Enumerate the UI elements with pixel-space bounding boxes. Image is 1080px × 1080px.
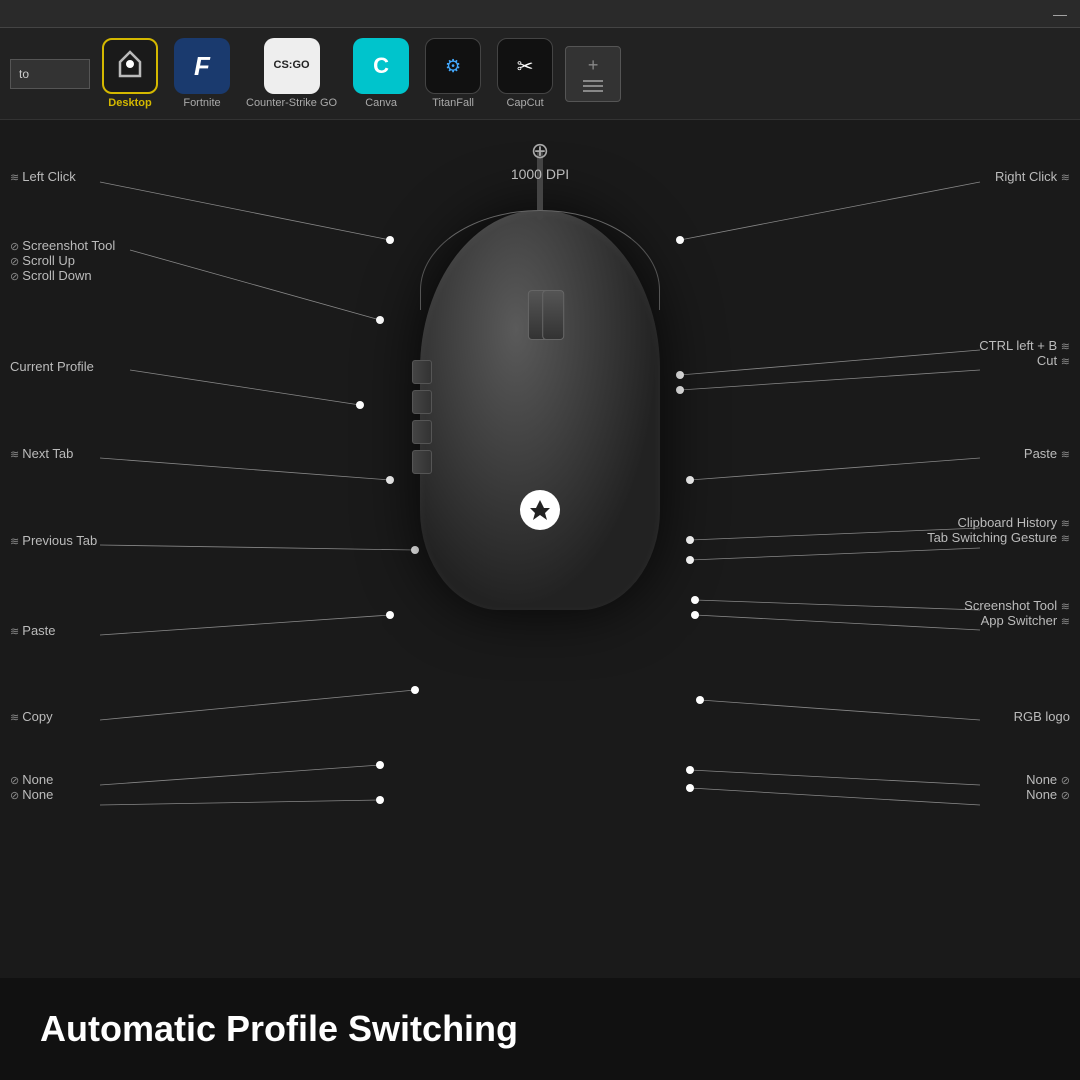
mouse-image <box>420 170 660 610</box>
profile-titanfall[interactable]: ⚙ TitanFall <box>421 36 485 111</box>
profile-csgo[interactable]: CS:GO Counter-Strike GO <box>242 36 341 111</box>
paste-right-label: Paste ≋ <box>1024 445 1070 463</box>
bottom-section: Automatic Profile Switching <box>0 978 1080 1080</box>
ctrl-cut-labels: CTRL left + B ≋ Cut ≋ <box>979 338 1070 368</box>
profile-bar: Desktop F Fortnite CS:GO Counter-Strike … <box>0 28 1080 120</box>
auto-profile-title: Automatic Profile Switching <box>40 1008 1040 1050</box>
main-area: ⊕ 1000 DPI <box>0 120 1080 940</box>
add-profile-button[interactable]: + <box>565 46 621 102</box>
none-left-labels: ⊘ None ⊘ None <box>10 772 53 802</box>
fortnite-icon: F <box>174 38 230 94</box>
next-tab-label: ≋ Next Tab <box>10 445 73 463</box>
previous-tab-label: ≋ Previous Tab <box>10 532 97 550</box>
desktop-icon <box>102 38 158 94</box>
dpi-value: 1000 DPI <box>511 166 569 182</box>
rgb-logo-label: RGB logo <box>1014 708 1070 726</box>
profile-canva[interactable]: C Canva <box>349 36 413 111</box>
desktop-label: Desktop <box>108 97 151 109</box>
capcut-label: CapCut <box>506 97 543 109</box>
copy-label: ≋ Copy <box>10 708 53 726</box>
dpi-display: ⊕ 1000 DPI <box>511 138 569 182</box>
current-profile-label: Current Profile <box>10 358 94 376</box>
search-input[interactable] <box>10 59 90 89</box>
screenshot-appswitcher-labels: Screenshot Tool ≋ App Switcher ≋ <box>964 598 1070 628</box>
paste-left-label: ≋ Paste <box>10 622 56 640</box>
titanfall-label: TitanFall <box>432 97 474 109</box>
clipboard-tab-labels: Clipboard History ≋ Tab Switching Gestur… <box>927 515 1070 545</box>
profile-capcut[interactable]: ✂ CapCut <box>493 36 557 111</box>
canva-label: Canva <box>365 97 397 109</box>
csgo-label: Counter-Strike GO <box>246 97 337 109</box>
screenshot-tool-label: ⊘ Screenshot Tool ⊘ Scroll Up ⊘ Scroll D… <box>10 238 115 283</box>
crosshair-icon: ⊕ <box>531 138 549 164</box>
minimize-button[interactable]: — <box>1050 4 1070 24</box>
profile-fortnite[interactable]: F Fortnite <box>170 36 234 111</box>
capcut-icon: ✂ <box>497 38 553 94</box>
right-click-label: Right Click ≋ <box>995 168 1070 186</box>
layers-icon <box>583 80 603 92</box>
plus-icon: + <box>588 55 599 76</box>
titlebar: — <box>0 0 1080 28</box>
csgo-icon: CS:GO <box>264 38 320 94</box>
titanfall-icon: ⚙ <box>425 38 481 94</box>
canva-icon: C <box>353 38 409 94</box>
profile-desktop[interactable]: Desktop <box>98 36 162 111</box>
fortnite-label: Fortnite <box>183 97 220 109</box>
left-click-label: ≋ Left Click <box>10 168 76 186</box>
none-right-labels: None ⊘ None ⊘ <box>1026 772 1070 802</box>
